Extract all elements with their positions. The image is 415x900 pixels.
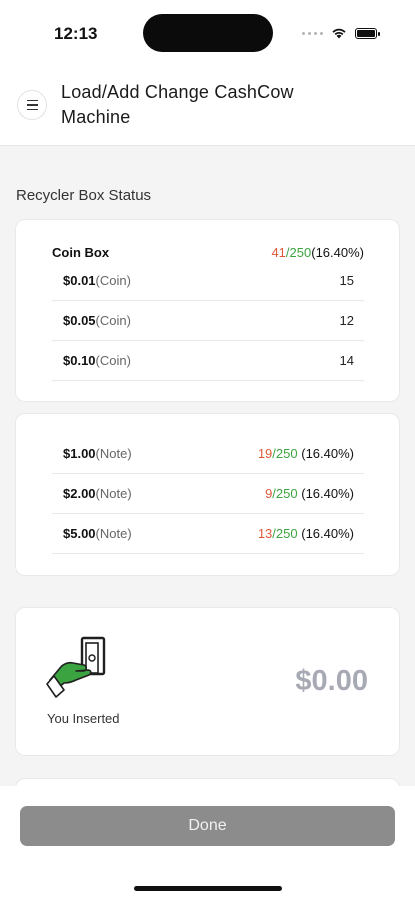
note-current: 19: [257, 446, 273, 461]
note-percent: (16.40%): [301, 446, 354, 461]
inserted-label: You Inserted: [47, 711, 120, 726]
coin-row: $0.01(Coin) 15: [52, 261, 364, 301]
menu-button[interactable]: [17, 90, 47, 120]
coin-box-label: Coin Box: [52, 244, 110, 260]
note-percent: (16.40%): [301, 526, 354, 541]
inserted-amount: $0.00: [295, 665, 368, 697]
bottom-action-panel: Done: [0, 786, 415, 900]
note-row: $1.00(Note) 19/250 (16.40%): [52, 434, 364, 474]
note-amount: $2.00: [63, 486, 96, 501]
note-capacity: 250: [275, 526, 298, 541]
page-title: Load/Add Change CashCow Machine: [61, 82, 294, 127]
inserted-amount-card: You Inserted $0.00: [15, 607, 400, 756]
coin-count: 15: [339, 273, 354, 288]
note-percent: (16.40%): [301, 486, 354, 501]
home-indicator[interactable]: [134, 886, 282, 891]
note-status: 13/250 (16.40%): [257, 526, 354, 541]
coin-count: 14: [339, 353, 354, 368]
status-bar: 12:13: [0, 0, 415, 70]
section-title: Recycler Box Status: [16, 187, 152, 204]
coin-row: $0.10(Coin) 14: [52, 341, 364, 381]
note-amount: $5.00: [63, 526, 96, 541]
coin-box-current: 41: [271, 244, 286, 260]
cash-insert-icon: [46, 636, 106, 698]
coin-row: $0.05(Coin) 12: [52, 301, 364, 341]
note-amount: $1.00: [63, 446, 96, 461]
status-indicators: [302, 26, 380, 40]
coin-kind: (Coin): [95, 313, 131, 328]
cellular-signal-icon: [302, 31, 323, 35]
hamburger-icon: [26, 99, 38, 102]
coin-box-percent: (16.40%): [311, 244, 364, 260]
coin-count: 12: [339, 313, 354, 328]
coin-amount: $0.10: [63, 353, 96, 368]
battery-icon: [355, 27, 380, 39]
coin-kind: (Coin): [95, 273, 131, 288]
note-capacity: 250: [275, 446, 298, 461]
note-capacity: 250: [275, 486, 298, 501]
coin-box-header: Coin Box 41/250(16.40%): [52, 242, 364, 262]
note-status: 9/250 (16.40%): [265, 486, 354, 501]
done-button[interactable]: Done: [20, 806, 395, 846]
app-header: Load/Add Change CashCow Machine: [0, 70, 415, 146]
note-current: 13: [257, 526, 273, 541]
note-row: $5.00(Note) 13/250 (16.40%): [52, 514, 364, 554]
note-kind: (Note): [95, 486, 132, 501]
coin-amount: $0.05: [63, 313, 96, 328]
note-row: $2.00(Note) 9/250 (16.40%): [52, 474, 364, 514]
coin-kind: (Coin): [95, 353, 131, 368]
note-kind: (Note): [95, 446, 132, 461]
wifi-icon: [332, 28, 346, 39]
coin-box-capacity: 250: [289, 244, 312, 260]
note-box-card: $1.00(Note) 19/250 (16.40%) $2.00(Note) …: [15, 413, 400, 576]
note-status: 19/250 (16.40%): [257, 446, 354, 461]
coin-amount: $0.01: [63, 273, 96, 288]
coin-box-card: Coin Box 41/250(16.40%) $0.01(Coin) 15 $…: [15, 219, 400, 402]
dynamic-island: [143, 14, 273, 52]
note-kind: (Note): [95, 526, 132, 541]
coin-box-status: 41/250(16.40%): [271, 244, 364, 260]
status-time: 12:13: [54, 24, 98, 43]
